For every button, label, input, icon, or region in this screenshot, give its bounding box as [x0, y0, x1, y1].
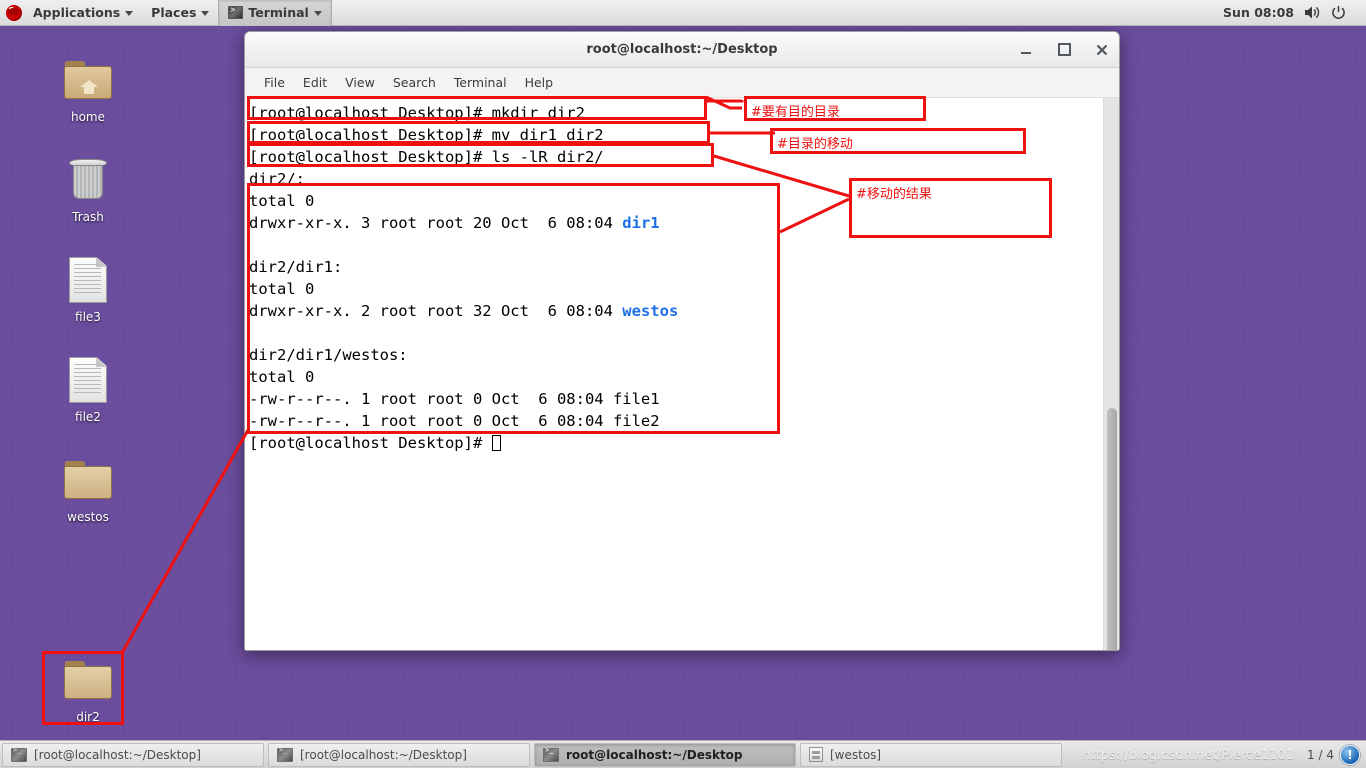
- terminal-line: [root@localhost Desktop]# mkdir dir2: [249, 104, 585, 122]
- chevron-down-icon: [201, 11, 210, 16]
- terminal-line: drwxr-xr-x. 2 root root 32 Oct 6 08:04 w…: [249, 302, 679, 320]
- redhat-logo-icon[interactable]: [6, 4, 22, 21]
- taskbar-status-area: 1 / 4 !: [1307, 744, 1366, 765]
- folder-home-icon: [40, 54, 136, 106]
- terminal-line: total 0: [249, 368, 315, 386]
- desktop-icon-label: dir2: [76, 710, 100, 724]
- terminal-line: [root@localhost Desktop]# mv dir1 dir2: [249, 126, 604, 144]
- volume-icon[interactable]: [1304, 5, 1321, 20]
- taskbar[interactable]: [root@localhost:~/Desktop] [root@localho…: [0, 740, 1366, 768]
- terminal-title-bar[interactable]: root@localhost:~/Desktop: [245, 32, 1119, 68]
- taskbar-item-label: [root@localhost:~/Desktop]: [34, 747, 201, 762]
- power-icon[interactable]: [1331, 5, 1346, 20]
- terminal-output[interactable]: [root@localhost Desktop]# mkdir dir2 [roo…: [245, 98, 1103, 650]
- terminal-icon: [277, 746, 293, 762]
- terminal-line: total 0: [249, 280, 315, 298]
- close-icon[interactable]: [1095, 43, 1109, 57]
- terminal-menu-bar[interactable]: File Edit View Search Terminal Help: [245, 68, 1119, 98]
- info-circle-icon[interactable]: !: [1340, 744, 1360, 765]
- top-panel: Applications Places Terminal Sun 08:08: [0, 0, 1366, 26]
- menu-edit[interactable]: Edit: [294, 72, 336, 93]
- taskbar-item-label: [root@localhost:~/Desktop]: [300, 747, 467, 762]
- terminal-line: total 0: [249, 192, 315, 210]
- desktop-icon-file3[interactable]: file3: [40, 254, 136, 324]
- terminal-line: drwxr-xr-x. 3 root root 20 Oct 6 08:04 d…: [249, 214, 660, 232]
- terminal-scrollbar[interactable]: [1103, 98, 1119, 650]
- chevron-down-icon: [125, 11, 134, 16]
- window-controls: [1019, 43, 1109, 57]
- terminal-icon: [228, 5, 244, 19]
- terminal-directory-name: dir1: [622, 214, 660, 232]
- desktop-icon-label: Trash: [72, 210, 104, 224]
- terminal-body[interactable]: [root@localhost Desktop]# mkdir dir2 [roo…: [245, 98, 1119, 650]
- terminal-line: [root@localhost Desktop]#: [249, 432, 1103, 454]
- file-manager-icon: [809, 747, 823, 762]
- active-app-menu-terminal[interactable]: Terminal: [218, 0, 332, 26]
- terminal-line: [root@localhost Desktop]# ls -lR dir2/: [249, 148, 604, 166]
- document-icon: [40, 254, 136, 306]
- trash-icon: [40, 154, 136, 206]
- terminal-directory-name: westos: [622, 302, 679, 320]
- desktop-icon-file2[interactable]: file2: [40, 354, 136, 424]
- terminal-line: -rw-r--r--. 1 root root 0 Oct 6 08:04 fi…: [249, 412, 660, 430]
- taskbar-item-2[interactable]: [root@localhost:~/Desktop]: [268, 742, 530, 767]
- taskbar-item-3[interactable]: root@localhost:~/Desktop: [534, 742, 796, 767]
- panel-status-area: Sun 08:08: [1223, 5, 1366, 20]
- clock[interactable]: Sun 08:08: [1223, 5, 1294, 20]
- document-icon: [40, 354, 136, 406]
- menu-search[interactable]: Search: [384, 72, 445, 93]
- minimize-button[interactable]: [1019, 43, 1033, 57]
- menu-help[interactable]: Help: [516, 72, 563, 93]
- chevron-down-icon: [313, 11, 322, 16]
- terminal-icon: [11, 746, 27, 762]
- taskbar-item-label: [westos]: [830, 747, 882, 762]
- places-menu-label: Places: [151, 5, 197, 20]
- desktop-icon-label: file2: [75, 410, 101, 424]
- desktop-icon-label: westos: [67, 510, 109, 524]
- menu-file[interactable]: File: [255, 72, 294, 93]
- desktop-icon-westos[interactable]: westos: [40, 454, 136, 524]
- applications-menu-label: Applications: [33, 5, 121, 20]
- maximize-button[interactable]: [1057, 43, 1071, 57]
- terminal-line: dir2/dir1:: [249, 258, 343, 276]
- active-app-label: Terminal: [248, 5, 309, 20]
- desktop-icon-label: file3: [75, 310, 101, 324]
- scrollbar-thumb[interactable]: [1107, 408, 1117, 650]
- terminal-icon: [543, 746, 559, 762]
- desktop-icon-label: home: [70, 110, 106, 124]
- folder-icon: [40, 454, 136, 506]
- terminal-window[interactable]: root@localhost:~/Desktop File Edit View …: [244, 31, 1120, 651]
- terminal-window-title: root@localhost:~/Desktop: [586, 42, 778, 57]
- workspace-indicator[interactable]: 1 / 4: [1307, 748, 1334, 762]
- menu-view[interactable]: View: [336, 72, 384, 93]
- places-menu[interactable]: Places: [142, 0, 218, 26]
- terminal-line: dir2/dir1/westos:: [249, 346, 408, 364]
- taskbar-item-label: root@localhost:~/Desktop: [566, 747, 743, 762]
- menu-terminal[interactable]: Terminal: [445, 72, 516, 93]
- terminal-cursor: [491, 435, 501, 451]
- taskbar-item-4[interactable]: [westos]: [800, 742, 1062, 767]
- applications-menu[interactable]: Applications: [24, 0, 142, 26]
- taskbar-item-1[interactable]: [root@localhost:~/Desktop]: [2, 742, 264, 767]
- terminal-line: dir2/:: [249, 170, 305, 188]
- desktop-icon-trash[interactable]: Trash: [40, 154, 136, 224]
- terminal-line: -rw-r--r--. 1 root root 0 Oct 6 08:04 fi…: [249, 390, 660, 408]
- folder-icon: [40, 654, 136, 706]
- desktop-icon-dir2[interactable]: dir2: [40, 654, 136, 724]
- desktop-icon-home[interactable]: home: [40, 54, 136, 124]
